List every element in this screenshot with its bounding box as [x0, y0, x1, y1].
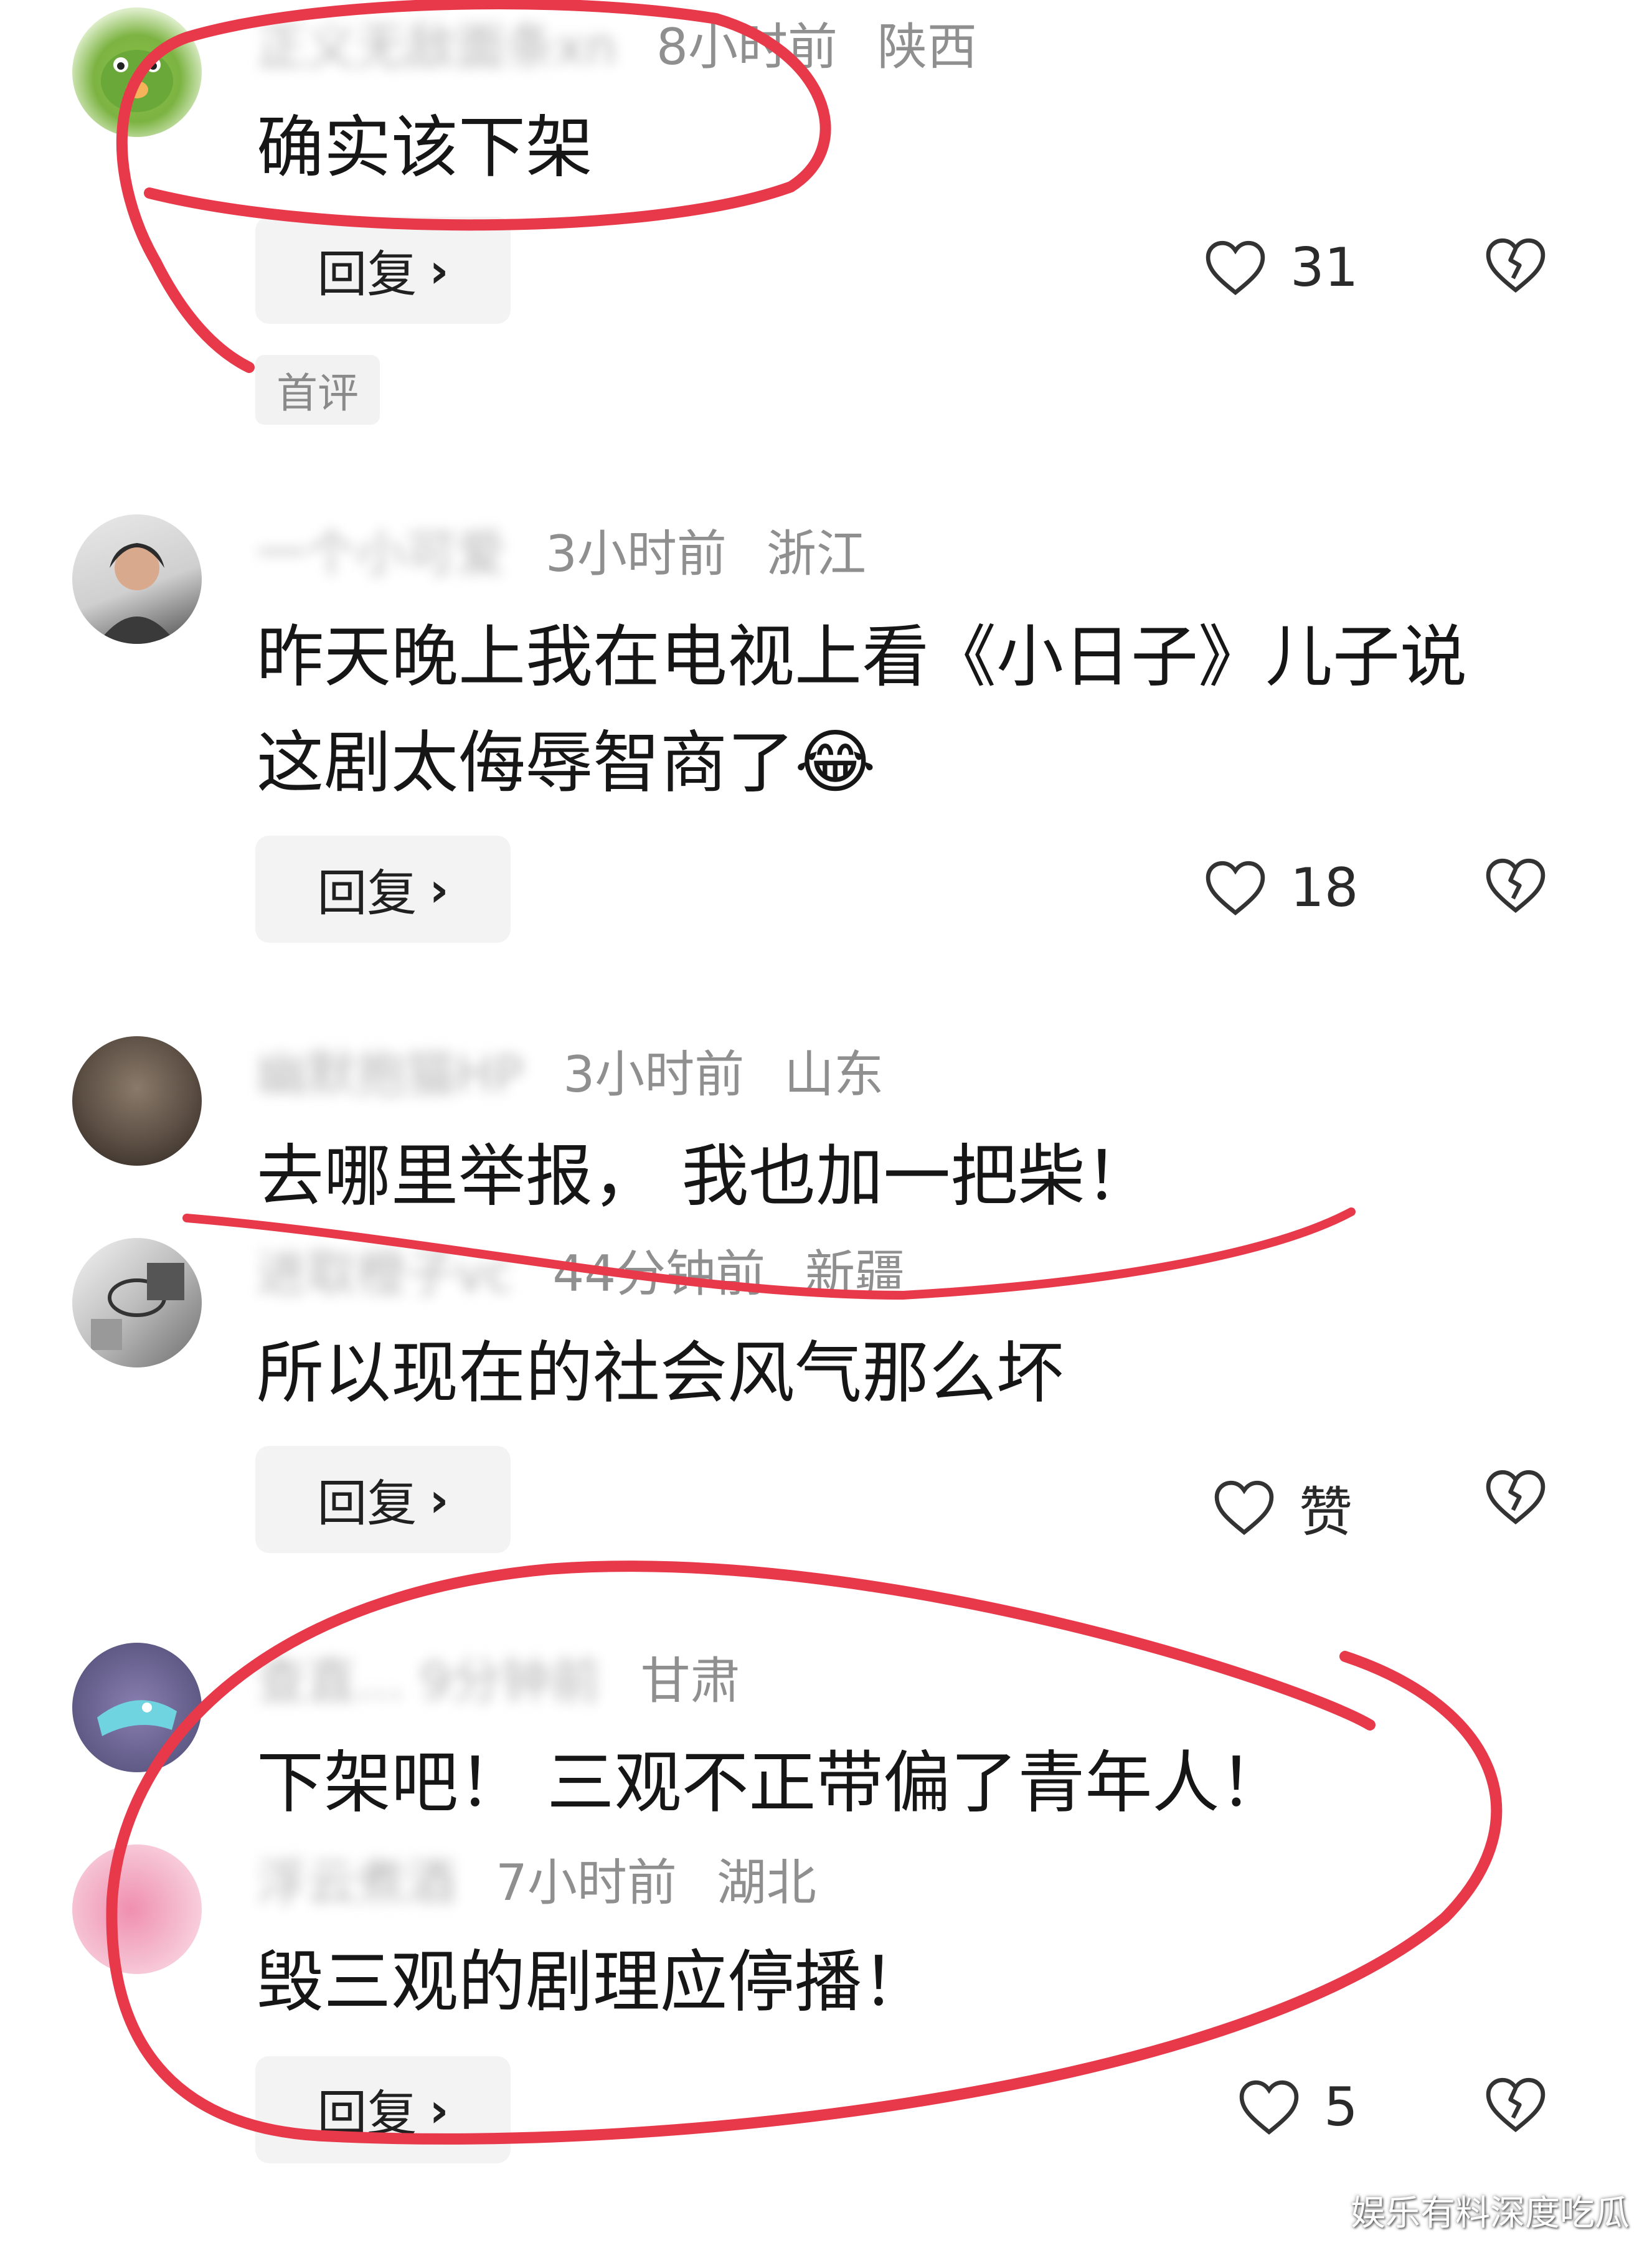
avatar-sketch-icon	[91, 1263, 184, 1350]
dislike-button[interactable]	[1483, 2076, 1548, 2136]
comment-meta: 一个小可爱 3小时前 浙江	[257, 529, 866, 579]
comment-text: 所以现在的社会风气那么坏	[257, 1334, 1064, 1412]
avatar[interactable]	[72, 1643, 202, 1772]
dislike-button[interactable]	[1483, 1468, 1548, 1528]
heart-outline-icon	[1239, 2080, 1299, 2135]
avatar[interactable]	[72, 1036, 202, 1166]
like-count: 18	[1290, 857, 1359, 919]
region: 浙江	[766, 525, 866, 583]
username[interactable]: 幽默抱猫HP	[257, 1050, 523, 1100]
comment-meta: 查直... 9分钟前 甘肃	[257, 1656, 740, 1706]
comment-text: 昨天晚上我在电视上看《小日子》儿子说 这剧太侮辱智商了😂	[257, 618, 1468, 803]
comment-meta: 幽默抱猫HP 3小时前 山东	[257, 1050, 884, 1100]
broken-heart-icon	[1486, 1470, 1546, 1524]
broken-heart-icon	[1486, 238, 1546, 293]
reply-button[interactable]: 回复 ›	[255, 2056, 511, 2163]
like-button[interactable]: 18	[1203, 857, 1358, 919]
region: 新疆	[805, 1245, 905, 1303]
comment-meta: 进取橙子vc 44分钟前 新疆	[257, 1249, 905, 1299]
username[interactable]: 进取橙子vc	[257, 1249, 512, 1299]
region: 湖北	[716, 1854, 816, 1912]
reply-button[interactable]: 回复 ›	[255, 836, 511, 943]
timestamp: 3小时前	[545, 525, 727, 583]
laughing-emoji-icon: 😂	[795, 722, 876, 803]
username[interactable]: 浮云煮酒	[257, 1858, 456, 1908]
comment-text: 毁三观的剧理应停播！	[257, 1943, 930, 2021]
chevron-right-icon: ›	[429, 242, 449, 298]
username[interactable]: 一个小可爱	[257, 529, 506, 579]
avatar-dino-icon	[97, 1700, 177, 1736]
reply-button[interactable]: 回复 ›	[255, 1446, 511, 1553]
timestamp: 7小时前	[496, 1854, 677, 1912]
avatar[interactable]	[72, 7, 202, 137]
first-comment-tag: 首评	[255, 355, 380, 425]
avatar-frog-icon	[101, 50, 173, 112]
comment-text: 去哪里举报， 我也加一把柴！	[257, 1138, 1153, 1216]
heart-outline-icon	[1214, 1480, 1274, 1535]
avatar[interactable]	[72, 514, 202, 644]
region: 甘肃	[640, 1652, 740, 1710]
broken-heart-icon	[1486, 858, 1546, 913]
comment-text: 下架吧！ 三观不正带偏了青年人！	[257, 1744, 1287, 1822]
watermark: 娱乐有料深度吃瓜	[1351, 2193, 1630, 2234]
like-count: 赞	[1299, 1481, 1352, 1544]
comment-meta: 浮云煮酒 7小时前 湖北	[257, 1858, 816, 1908]
reply-button[interactable]: 回复 ›	[255, 217, 511, 324]
annotation-overlay	[106, 0, 1503, 2145]
region: 山东	[784, 1046, 884, 1103]
like-count: 5	[1324, 2076, 1358, 2138]
chevron-right-icon: ›	[429, 2082, 449, 2138]
comment-meta: 正义无敌面条xn 8小时前 陕西	[257, 22, 977, 72]
broken-heart-icon	[1486, 2077, 1546, 2132]
chevron-right-icon: ›	[429, 861, 449, 917]
username[interactable]: 正义无敌面条xn	[257, 22, 616, 72]
timestamp: 3小时前	[563, 1046, 745, 1103]
comment-text: 确实该下架	[257, 109, 593, 187]
like-button[interactable]: 5	[1237, 2076, 1358, 2138]
avatar-person-icon	[97, 543, 177, 644]
like-button[interactable]: 31	[1203, 237, 1358, 299]
username[interactable]: 查直... 9分钟前	[257, 1656, 601, 1706]
dislike-button[interactable]	[1483, 237, 1548, 296]
dislike-button[interactable]	[1483, 857, 1548, 917]
region: 陕西	[877, 18, 977, 76]
timestamp: 8小时前	[656, 18, 838, 76]
like-count: 31	[1290, 237, 1359, 299]
like-button[interactable]: 赞	[1212, 1468, 1352, 1546]
heart-outline-icon	[1206, 240, 1265, 295]
heart-outline-icon	[1206, 861, 1265, 915]
avatar[interactable]	[72, 1238, 202, 1367]
timestamp: 44分钟前	[552, 1245, 766, 1303]
chevron-right-icon: ›	[429, 1471, 449, 1528]
avatar[interactable]	[72, 1844, 202, 1974]
